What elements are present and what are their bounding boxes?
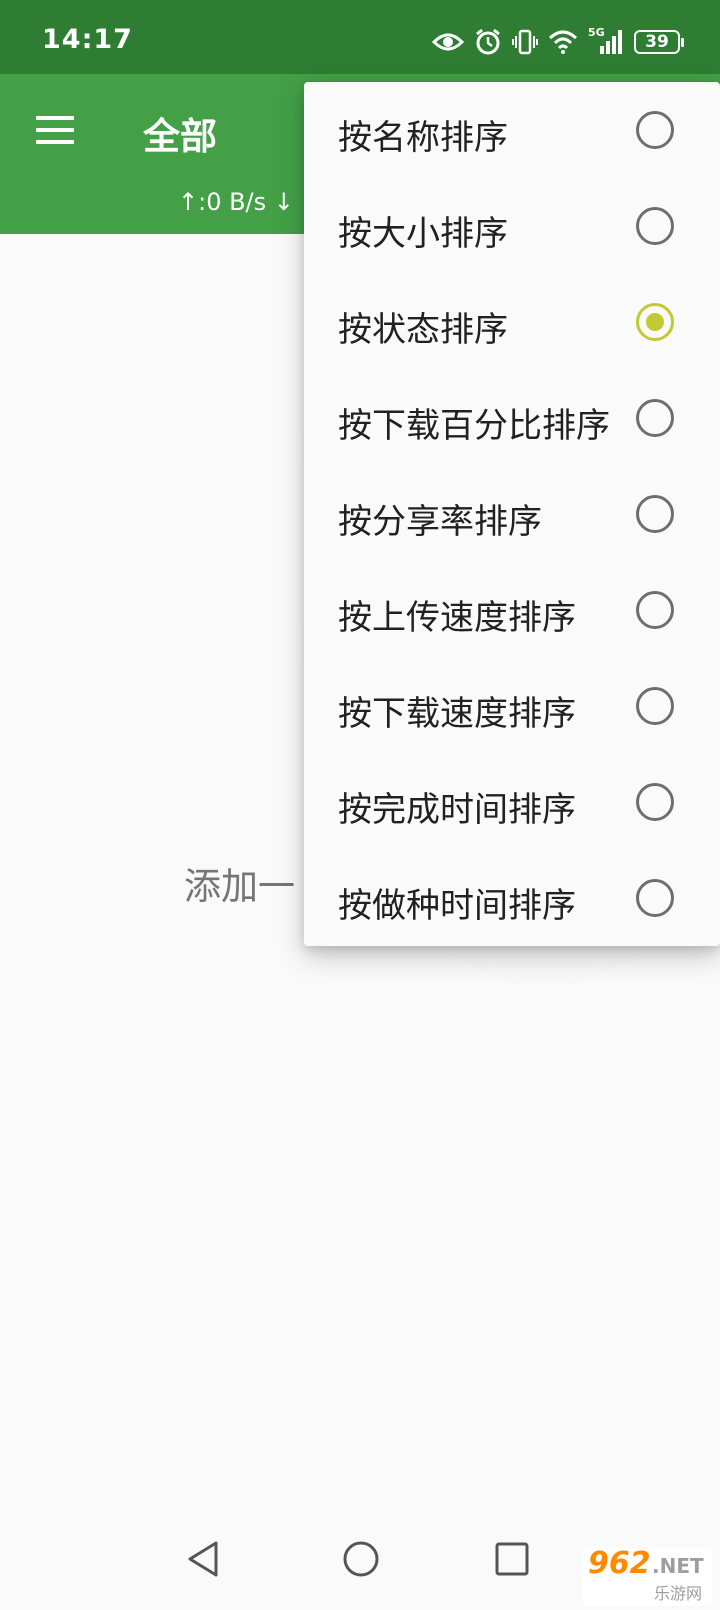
- radio-button[interactable]: [636, 591, 674, 629]
- recents-icon[interactable]: [494, 1540, 530, 1582]
- vibrate-icon: [512, 28, 538, 56]
- transfer-speed: ↑:0 B/s ↓: [178, 188, 294, 216]
- sort-option-label: 按做种时间排序: [338, 886, 576, 926]
- status-icons: 5G 39: [432, 24, 684, 60]
- empty-hint-text: 添加一: [184, 865, 295, 908]
- radio-button[interactable]: [636, 399, 674, 437]
- radio-button-selected[interactable]: [636, 303, 674, 341]
- sort-option-label: 按名称排序: [338, 118, 508, 158]
- status-bar: 14:17 5G 39: [0, 0, 720, 74]
- radio-button[interactable]: [636, 783, 674, 821]
- sort-option-upload-speed[interactable]: 按上传速度排序: [304, 562, 720, 658]
- radio-button[interactable]: [636, 687, 674, 725]
- sort-option-status[interactable]: 按状态排序: [304, 274, 720, 370]
- menu-icon[interactable]: [36, 116, 76, 146]
- sort-option-label: 按完成时间排序: [338, 790, 576, 830]
- sort-option-label: 按大小排序: [338, 214, 508, 254]
- sort-option-label: 按下载百分比排序: [338, 406, 610, 446]
- back-icon[interactable]: [186, 1540, 220, 1582]
- status-time: 14:17: [42, 24, 133, 55]
- sort-option-label: 按状态排序: [338, 310, 508, 350]
- battery-icon: 39: [634, 30, 684, 54]
- radio-button[interactable]: [636, 111, 674, 149]
- watermark-text: 乐游网: [654, 1584, 703, 1603]
- radio-button[interactable]: [636, 495, 674, 533]
- home-icon[interactable]: [342, 1540, 380, 1582]
- radio-button[interactable]: [636, 207, 674, 245]
- watermark-logo: 962 .NET 乐游网: [582, 1546, 712, 1606]
- sort-option-download-percent[interactable]: 按下载百分比排序: [304, 370, 720, 466]
- signal-5g-icon: 5G: [588, 26, 624, 56]
- page-title: 全部: [143, 115, 217, 158]
- alarm-icon: [474, 28, 502, 56]
- sort-option-share-ratio[interactable]: 按分享率排序: [304, 466, 720, 562]
- sort-option-download-speed[interactable]: 按下载速度排序: [304, 658, 720, 754]
- battery-level: 39: [645, 31, 669, 52]
- sort-option-label: 按下载速度排序: [338, 694, 576, 734]
- watermark-number: 962: [588, 1546, 651, 1581]
- sort-option-name[interactable]: 按名称排序: [304, 82, 720, 178]
- eye-icon: [432, 31, 464, 53]
- sort-option-completed-time[interactable]: 按完成时间排序: [304, 754, 720, 850]
- sort-option-label: 按上传速度排序: [338, 598, 576, 638]
- sort-option-seeding-time[interactable]: 按做种时间排序: [304, 850, 720, 946]
- wifi-icon: [548, 30, 578, 54]
- sort-menu: 按名称排序 按大小排序 按状态排序 按下载百分比排序 按分享率排序 按上传速度排…: [304, 82, 720, 946]
- radio-button[interactable]: [636, 879, 674, 917]
- sort-option-size[interactable]: 按大小排序: [304, 178, 720, 274]
- sort-option-label: 按分享率排序: [338, 502, 542, 542]
- watermark-suffix: .NET: [652, 1554, 704, 1578]
